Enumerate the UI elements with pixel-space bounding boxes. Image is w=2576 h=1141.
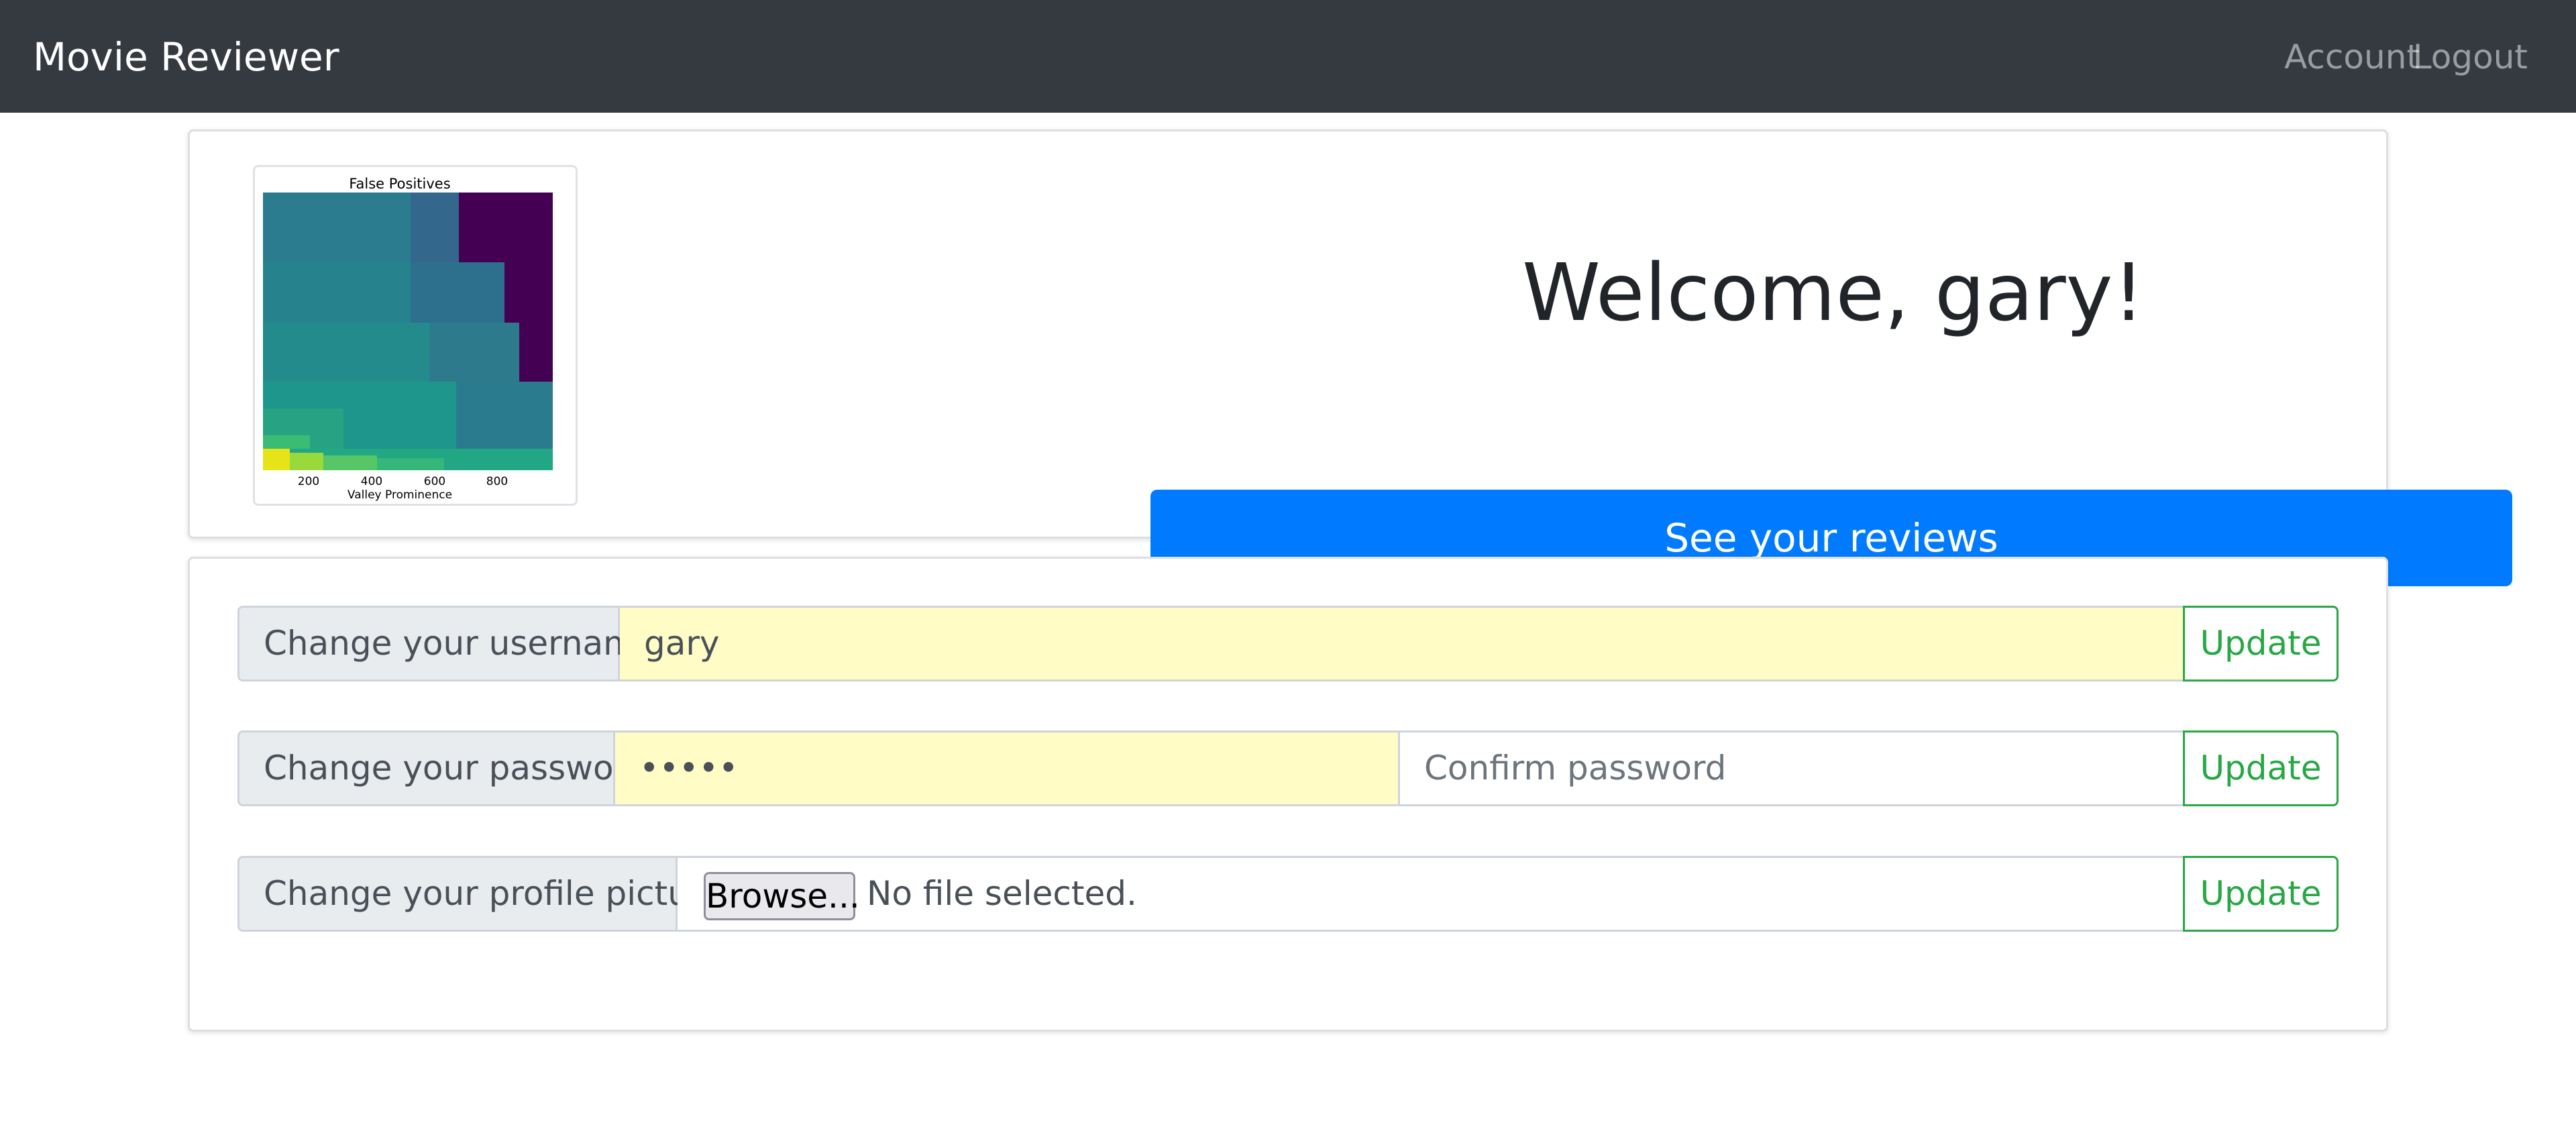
- heatmap-xlabel: Valley Prominence: [347, 488, 452, 502]
- profile-picture-heatmap: False Positives 200 400 600 800 Valley P…: [263, 176, 553, 502]
- heatmap-x-ticks: 200 400 600 800: [298, 475, 508, 488]
- navbar: Movie Reviewer Account Logout: [0, 0, 2576, 113]
- username-label: Change your username: [237, 606, 657, 682]
- password-input[interactable]: •••••: [615, 730, 1400, 806]
- file-status-text: No file selected.: [867, 874, 1137, 913]
- x-tick-label: 400: [361, 475, 382, 488]
- heatmap-title: False Positives: [349, 176, 450, 192]
- confirm-password-input[interactable]: Confirm password: [1400, 730, 2185, 806]
- x-tick-label: 800: [486, 475, 508, 488]
- update-username-button[interactable]: Update: [2183, 606, 2339, 682]
- heatmap-cells: [263, 193, 553, 470]
- profile-picture: False Positives 200 400 600 800 Valley P…: [253, 165, 578, 506]
- username-row: Change your username gary Update: [237, 606, 2339, 682]
- picture-file-input[interactable]: Browse... No file selected.: [678, 856, 2185, 932]
- profile-card: False Positives 200 400 600 800 Valley P…: [188, 129, 2512, 586]
- update-password-button[interactable]: Update: [2183, 730, 2339, 806]
- x-tick-label: 200: [298, 475, 319, 488]
- picture-label: Change your profile picture: [237, 856, 722, 932]
- account-link[interactable]: Account: [2284, 35, 2420, 79]
- update-picture-button[interactable]: Update: [2183, 856, 2339, 932]
- brand-link[interactable]: Movie Reviewer: [33, 34, 339, 80]
- password-row: Change your password ••••• Confirm passw…: [237, 730, 2339, 806]
- browse-button[interactable]: Browse...: [704, 872, 860, 920]
- username-input[interactable]: gary: [620, 606, 2185, 682]
- picture-row: Change your profile picture Browse... No…: [237, 856, 2339, 932]
- x-tick-label: 600: [424, 475, 445, 488]
- logout-link[interactable]: Logout: [2413, 35, 2528, 79]
- welcome-heading: Welcome, gary!: [1522, 246, 2145, 339]
- password-label: Change your password: [237, 730, 648, 806]
